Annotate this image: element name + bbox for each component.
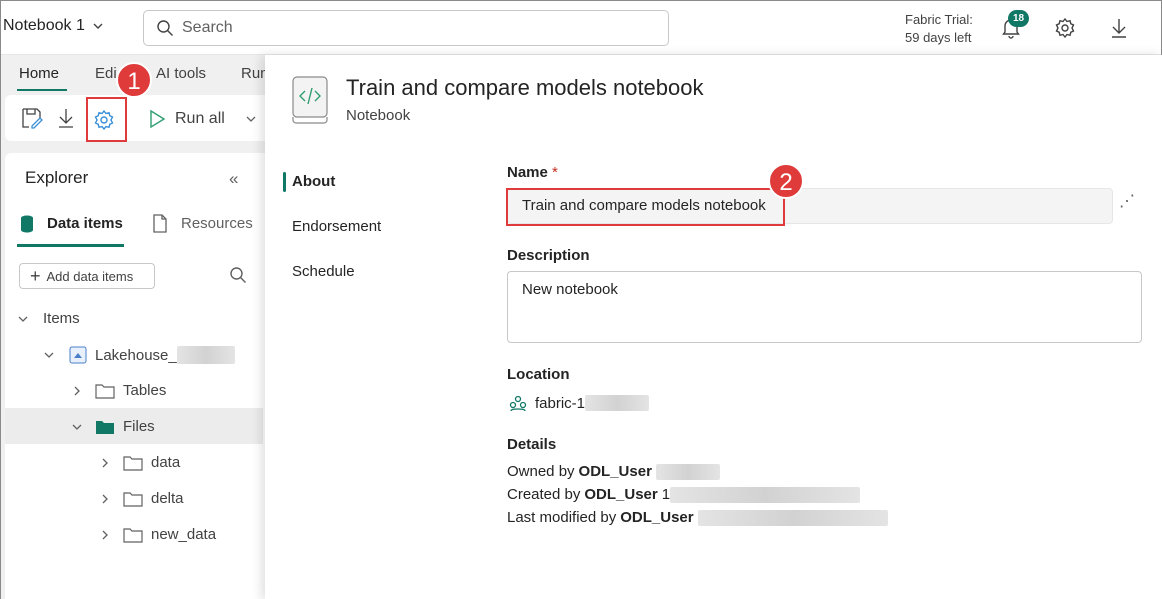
creator-suffix: 1: [661, 486, 671, 503]
tree-label-items: Items: [43, 310, 80, 327]
tree-label-tables: Tables: [123, 382, 167, 399]
chevron-right-icon: [99, 529, 111, 541]
tree-node-delta[interactable]: delta: [99, 490, 184, 507]
tab-home[interactable]: Home: [19, 65, 59, 82]
trial-days-left: 59 days left: [905, 30, 972, 45]
notification-badge: 18: [1008, 10, 1029, 27]
explorer-title: Explorer: [25, 168, 89, 187]
name-label: Name *: [507, 164, 558, 181]
created-by-row: Created by ODL_User 1: [507, 486, 861, 503]
tree-label-delta: delta: [151, 490, 184, 507]
tree-node-tables[interactable]: Tables: [71, 382, 166, 399]
search-input[interactable]: [182, 19, 622, 37]
name-label-text: Name: [507, 164, 548, 181]
more-options-icon[interactable]: ⋰: [1119, 191, 1135, 211]
notebook-title-dropdown[interactable]: Notebook 1: [3, 17, 105, 35]
settings-highlight-box: [86, 97, 127, 142]
creator-name: ODL_User: [584, 486, 658, 503]
panel-subtitle: Notebook: [346, 107, 411, 124]
folder-icon: [123, 491, 143, 507]
nav-selected-indicator: [283, 172, 286, 192]
name-highlight-box: [506, 188, 785, 226]
tree-node-files[interactable]: Files: [71, 418, 155, 435]
notebook-icon: [291, 75, 329, 125]
folder-filled-icon: [95, 419, 115, 435]
tree-node-new-data[interactable]: new_data: [99, 526, 216, 543]
description-label: Description: [507, 247, 590, 264]
search-icon[interactable]: [229, 266, 247, 284]
folder-icon: [95, 383, 115, 399]
modifier-name: ODL_User: [620, 509, 694, 526]
description-field[interactable]: New notebook: [507, 271, 1142, 343]
ribbon-toolbar: [5, 95, 275, 141]
required-mark: *: [552, 164, 558, 181]
workspace-icon: [509, 394, 527, 412]
search-icon: [156, 19, 174, 37]
database-icon: [19, 214, 35, 234]
folder-icon: [123, 527, 143, 543]
run-icon[interactable]: [148, 109, 166, 129]
save-notebook-icon[interactable]: [20, 106, 44, 130]
owned-by-prefix: Owned by: [507, 463, 575, 480]
chevron-down-icon: [71, 421, 83, 433]
add-data-items-label: Add data items: [46, 268, 134, 284]
plus-icon: +: [30, 266, 41, 286]
chevron-down-icon: [17, 313, 29, 325]
nav-about[interactable]: About: [292, 173, 335, 190]
location-value: fabric-1: [535, 394, 586, 412]
lakehouse-icon: [69, 346, 87, 364]
tree-node-items[interactable]: Items: [17, 310, 80, 327]
tab-data-items[interactable]: Data items: [47, 215, 123, 232]
tab-ai-tools[interactable]: AI tools: [156, 65, 206, 82]
trial-status[interactable]: Fabric Trial: 59 days left: [905, 11, 973, 47]
tree-node-lakehouse[interactable]: Lakehouse_: [43, 346, 235, 364]
redacted-text: [176, 346, 235, 364]
folder-icon: [123, 455, 143, 471]
tree-label-data: data: [151, 454, 181, 471]
callout-1: 1: [116, 62, 152, 98]
redacted-text: [655, 463, 720, 480]
modified-by-row: Last modified by ODL_User: [507, 509, 888, 526]
chevron-right-icon: [99, 457, 111, 469]
chevron-right-icon: [99, 493, 111, 505]
download-icon[interactable]: [56, 107, 76, 129]
gear-icon[interactable]: [1054, 17, 1076, 39]
tab-edit[interactable]: Edit: [95, 65, 117, 82]
chevron-down-icon: [91, 19, 105, 33]
redacted-text: [670, 486, 861, 503]
chevron-down-icon[interactable]: [245, 113, 257, 125]
tree-node-data[interactable]: data: [99, 454, 180, 471]
search-box[interactable]: [143, 10, 669, 46]
chevron-right-icon: [71, 385, 83, 397]
tab-home-underline: [17, 89, 67, 91]
document-icon: [152, 214, 168, 233]
trial-label: Fabric Trial:: [905, 12, 973, 27]
owner-name: ODL_User: [578, 463, 652, 480]
location-link[interactable]: fabric-1: [509, 394, 650, 412]
nav-schedule[interactable]: Schedule: [292, 263, 355, 280]
details-label: Details: [507, 436, 557, 453]
tab-data-items-underline: [17, 244, 124, 247]
location-label: Location: [507, 366, 570, 383]
redacted-text: [585, 395, 650, 411]
collapse-icon[interactable]: «: [229, 169, 238, 189]
owned-by-row: Owned by ODL_User: [507, 463, 720, 480]
modified-by-prefix: Last modified by: [507, 509, 617, 526]
tree-label-lakehouse: Lakehouse_: [95, 346, 177, 364]
run-all-button[interactable]: Run all: [175, 110, 225, 128]
tree-label-files: Files: [123, 418, 155, 435]
panel-title: Train and compare models notebook: [346, 75, 704, 100]
created-by-prefix: Created by: [507, 486, 581, 503]
download-icon[interactable]: [1109, 17, 1129, 39]
tab-run[interactable]: Run: [241, 65, 265, 82]
notebook-title: Notebook 1: [3, 17, 85, 34]
tab-resources[interactable]: Resources: [181, 215, 253, 232]
nav-endorsement[interactable]: Endorsement: [292, 218, 381, 235]
chevron-down-icon: [43, 349, 55, 361]
add-data-items-button[interactable]: + Add data items: [19, 263, 155, 289]
tree-label-new-data: new_data: [151, 526, 217, 543]
callout-2: 2: [768, 163, 804, 199]
redacted-text: [697, 509, 888, 526]
